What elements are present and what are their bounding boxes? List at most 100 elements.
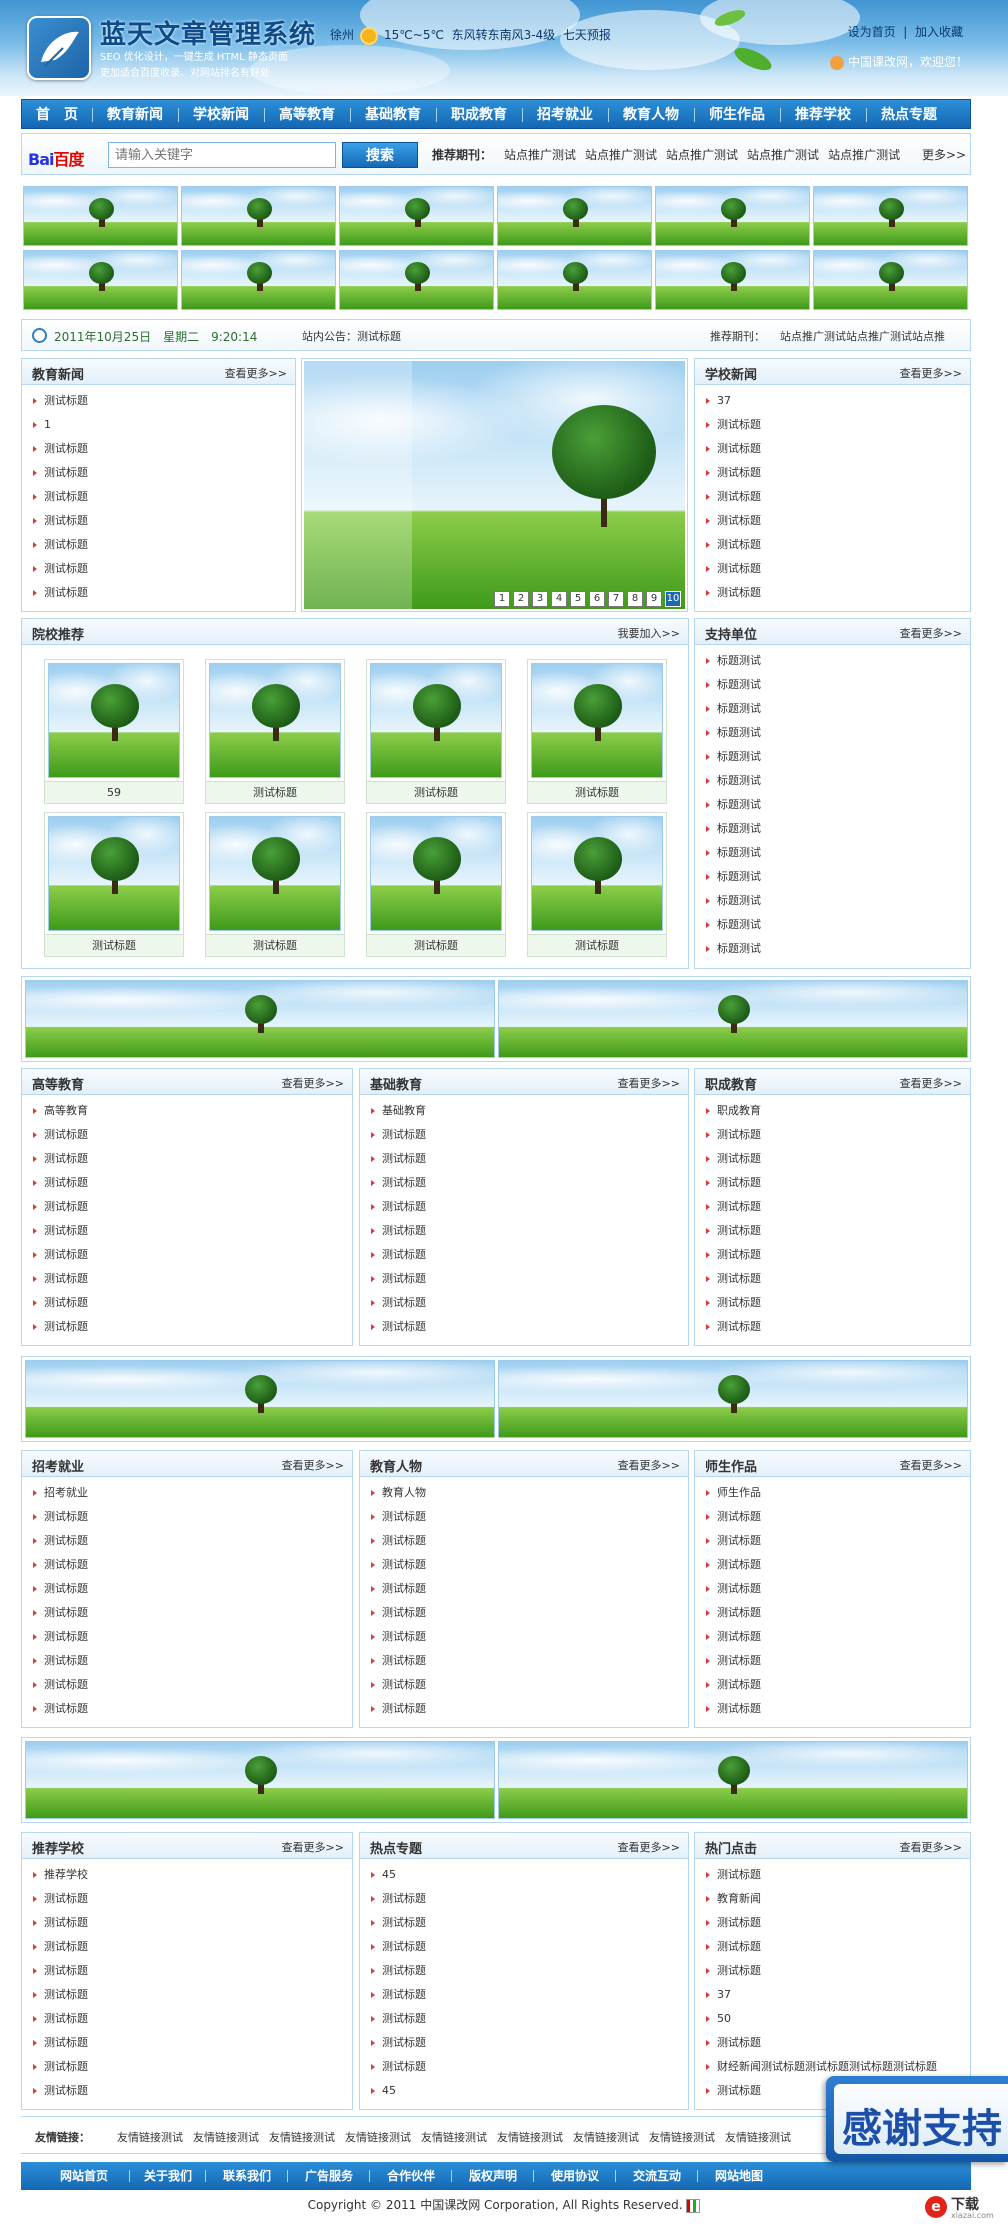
school-card-caption[interactable]: 测试标题 <box>45 934 183 956</box>
gallery-thumb[interactable] <box>339 250 494 310</box>
list-item[interactable]: 测试标题 <box>32 389 88 413</box>
list-item[interactable]: 测试标题 <box>705 1673 761 1697</box>
footer-nav-item[interactable]: 关于我们 <box>133 2162 203 2190</box>
stats-icon[interactable] <box>686 2198 701 2213</box>
list-item[interactable]: 测试标题 <box>705 581 761 605</box>
friend-link[interactable]: 友情链接测试 <box>345 2131 411 2144</box>
list-item[interactable]: 37 <box>705 1983 937 2007</box>
friend-link[interactable]: 友情链接测试 <box>421 2131 487 2144</box>
more-link[interactable]: 查看更多>> <box>618 1839 680 1855</box>
list-item[interactable]: 教育新闻 <box>705 1887 937 1911</box>
list-item[interactable]: 测试标题 <box>32 557 88 581</box>
school-card[interactable]: 测试标题 <box>205 659 345 804</box>
list-item[interactable]: 测试标题 <box>705 509 761 533</box>
nav-item[interactable]: 首 页 <box>22 100 92 130</box>
list-item[interactable]: 1 <box>32 413 88 437</box>
footer-nav-item[interactable]: 网站地图 <box>701 2162 777 2190</box>
list-item[interactable]: 职成教育 <box>705 1099 761 1123</box>
more-link[interactable]: 查看更多>> <box>225 365 287 381</box>
school-card-caption[interactable]: 测试标题 <box>528 781 666 803</box>
footer-nav-item[interactable]: 版权声明 <box>455 2162 531 2190</box>
list-item[interactable]: 标题测试 <box>705 913 761 937</box>
nav-item[interactable]: 热点专题 <box>866 100 952 130</box>
school-card-caption[interactable]: 测试标题 <box>367 934 505 956</box>
list-item[interactable]: 测试标题 <box>32 1219 88 1243</box>
friend-link[interactable]: 友情链接测试 <box>725 2131 791 2144</box>
list-item[interactable]: 测试标题 <box>705 1959 937 1983</box>
banner-image[interactable] <box>25 980 495 1058</box>
list-item[interactable]: 测试标题 <box>705 1625 761 1649</box>
list-item[interactable]: 基础教育 <box>370 1099 426 1123</box>
list-item[interactable]: 测试标题 <box>705 1315 761 1339</box>
list-item[interactable]: 高等教育 <box>32 1099 88 1123</box>
list-item[interactable]: 测试标题 <box>705 1577 761 1601</box>
list-item[interactable]: 测试标题 <box>32 461 88 485</box>
list-item[interactable]: 测试标题 <box>705 1267 761 1291</box>
list-item[interactable]: 测试标题 <box>32 1123 88 1147</box>
list-item[interactable]: 测试标题 <box>32 1935 88 1959</box>
list-item[interactable]: 测试标题 <box>32 2031 88 2055</box>
list-item[interactable]: 测试标题 <box>32 2055 88 2079</box>
school-card[interactable]: 测试标题 <box>527 659 667 804</box>
list-item[interactable]: 测试标题 <box>370 2055 426 2079</box>
more-link[interactable]: 查看更多>> <box>900 625 962 641</box>
list-item[interactable]: 测试标题 <box>705 557 761 581</box>
list-item[interactable]: 测试标题 <box>705 1697 761 1721</box>
list-item[interactable]: 测试标题 <box>32 1553 88 1577</box>
school-thumb[interactable] <box>48 816 180 931</box>
list-item[interactable]: 测试标题 <box>32 1291 88 1315</box>
gallery-thumb[interactable] <box>813 250 968 310</box>
list-item[interactable]: 教育人物 <box>370 1481 426 1505</box>
bookmark-link[interactable]: 加入收藏 <box>915 25 963 39</box>
search-input[interactable] <box>108 142 336 168</box>
list-item[interactable]: 测试标题 <box>705 1243 761 1267</box>
school-card[interactable]: 测试标题 <box>366 812 506 957</box>
list-item[interactable]: 测试标题 <box>32 1983 88 2007</box>
list-item[interactable]: 测试标题 <box>32 581 88 605</box>
school-card-caption[interactable]: 测试标题 <box>367 781 505 803</box>
list-item[interactable]: 测试标题 <box>370 1291 426 1315</box>
list-item[interactable]: 测试标题 <box>370 1553 426 1577</box>
logo-icon[interactable] <box>27 16 91 80</box>
list-item[interactable]: 测试标题 <box>705 1195 761 1219</box>
list-item[interactable]: 测试标题 <box>32 1147 88 1171</box>
list-item[interactable]: 测试标题 <box>32 1601 88 1625</box>
recommend-link[interactable]: 站点推广测试 <box>504 148 576 162</box>
more-link[interactable]: 查看更多>> <box>618 1457 680 1473</box>
list-item[interactable]: 标题测试 <box>705 817 761 841</box>
list-item[interactable]: 测试标题 <box>370 1315 426 1339</box>
list-item[interactable]: 测试标题 <box>370 1505 426 1529</box>
recommend-marquee[interactable]: 站点推广测试站点推广测试站点推 <box>780 328 966 344</box>
image-slider[interactable]: 1 2 3 4 5 6 7 8 9 10 <box>301 358 688 612</box>
baidu-logo[interactable]: Bai百度 <box>28 146 85 170</box>
list-item[interactable]: 测试标题 <box>370 2031 426 2055</box>
slider-page-button[interactable]: 3 <box>532 591 548 607</box>
list-item[interactable]: 测试标题 <box>705 1863 937 1887</box>
gallery-thumb[interactable] <box>181 250 336 310</box>
slider-page-button[interactable]: 2 <box>513 591 529 607</box>
nav-item[interactable]: 学校新闻 <box>178 100 264 130</box>
list-item[interactable]: 测试标题 <box>32 533 88 557</box>
list-item[interactable]: 测试标题 <box>32 1577 88 1601</box>
list-item[interactable]: 测试标题 <box>705 413 761 437</box>
more-link[interactable]: 查看更多>> <box>900 1457 962 1473</box>
slider-page-button[interactable]: 7 <box>608 591 624 607</box>
list-item[interactable]: 测试标题 <box>705 1219 761 1243</box>
banner-image[interactable] <box>498 1360 968 1438</box>
list-item[interactable]: 测试标题 <box>32 1243 88 1267</box>
footer-nav-item[interactable]: 交流互动 <box>619 2162 695 2190</box>
list-item[interactable]: 测试标题 <box>370 1195 426 1219</box>
recommend-link[interactable]: 站点推广测试 <box>585 148 657 162</box>
list-item[interactable]: 测试标题 <box>32 1697 88 1721</box>
list-item[interactable]: 45 <box>370 2079 426 2103</box>
school-thumb[interactable] <box>370 816 502 931</box>
school-card-caption[interactable]: 59 <box>45 781 183 803</box>
download-badge[interactable]: e 下载 xiazai.com <box>925 2192 1005 2222</box>
thanks-float-ad[interactable]: 感谢支持 <box>826 2076 1008 2162</box>
gallery-thumb[interactable] <box>655 250 810 310</box>
list-item[interactable]: 测试标题 <box>705 1505 761 1529</box>
list-item[interactable]: 37 <box>705 389 761 413</box>
list-item[interactable]: 测试标题 <box>705 1601 761 1625</box>
school-thumb[interactable] <box>209 663 341 778</box>
friend-link[interactable]: 友情链接测试 <box>269 2131 335 2144</box>
